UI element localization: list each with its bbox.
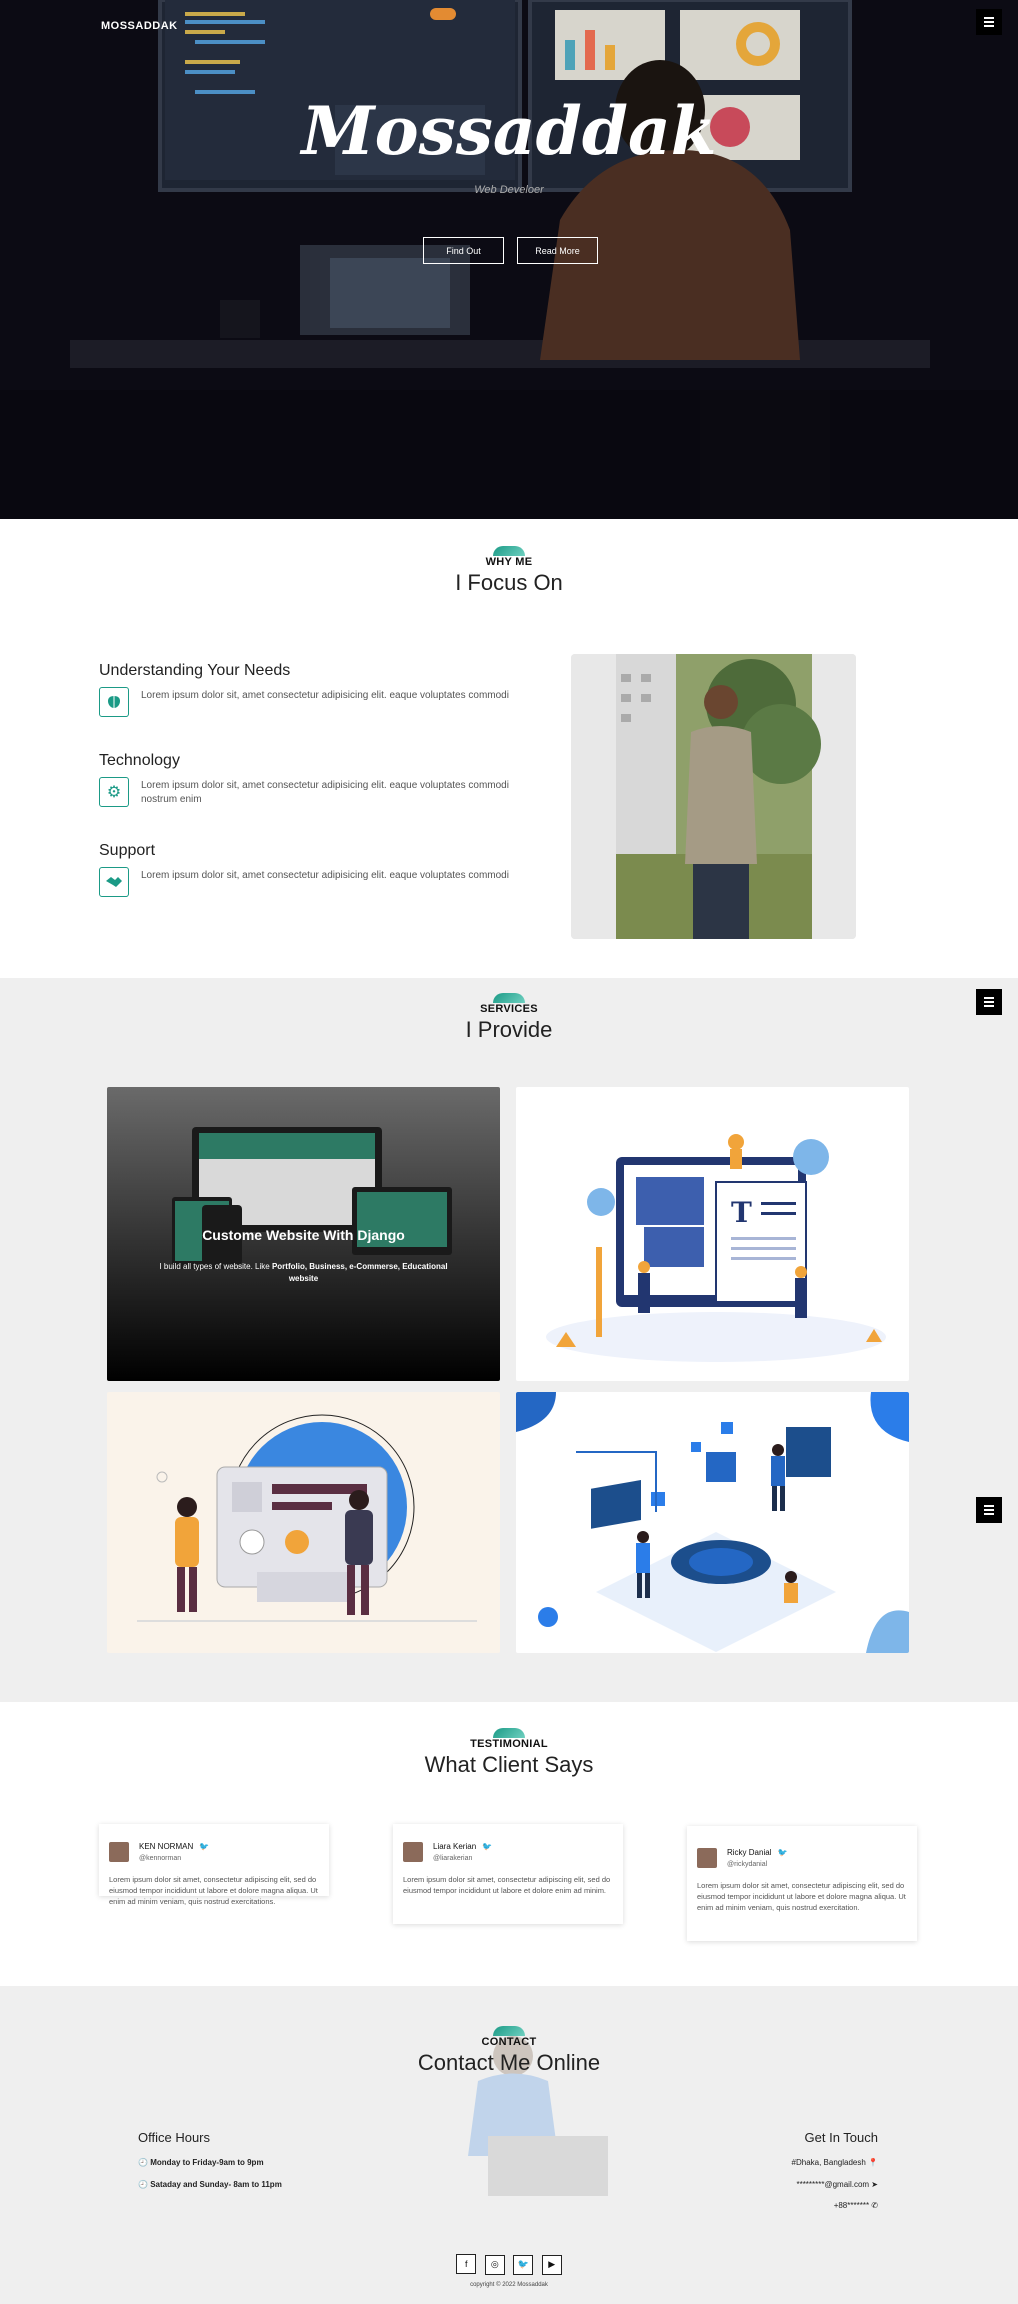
social-links: f ◎ 🐦 ▶: [0, 2254, 1018, 2275]
profile-photo: [571, 654, 856, 939]
phone-icon: ✆: [871, 2201, 878, 2210]
location-pin-icon: 📍: [868, 2158, 878, 2167]
client-handle: @liarakerian: [433, 1855, 473, 1862]
profile-photo-card: [571, 654, 856, 939]
section-mark-icon: [493, 546, 525, 556]
contact-email[interactable]: *********@gmail.com ➤: [700, 2180, 878, 2189]
office-hours-weekday: 🕘 Monday to Friday-9am to 9pm: [138, 2158, 264, 2167]
read-more-button[interactable]: Read More: [517, 237, 598, 264]
service-card-ui[interactable]: [107, 1392, 500, 1653]
clock-icon: 🕘: [138, 2158, 148, 2167]
brain-icon: [99, 687, 129, 717]
twitter-icon[interactable]: 🐦: [482, 1842, 492, 1851]
svg-text:T: T: [731, 1196, 752, 1229]
avatar: [403, 1842, 423, 1862]
section-mark-icon: [493, 2026, 525, 2036]
clock-icon: 🕘: [138, 2180, 148, 2189]
service-card-text: I build all types of website. Like Portf…: [159, 1262, 448, 1283]
focus-item-title: Technology: [99, 752, 180, 769]
hero-title: Mossaddak: [301, 92, 717, 170]
copyright-text: copyright © 2022 Mossaddak: [470, 2282, 548, 2288]
focus-item-title: Understanding Your Needs: [99, 662, 291, 679]
twitter-icon[interactable]: 🐦: [513, 2254, 534, 2275]
ui-design-illustration: [137, 1414, 477, 1622]
data-analytics-illustration: [516, 1392, 909, 1653]
facebook-icon[interactable]: f: [456, 2254, 477, 2274]
section-mark-icon: [493, 993, 525, 1003]
office-hours-weekend: 🕘 Sataday and Sunday- 8am to 11pm: [138, 2180, 282, 2189]
contact-section-header: CONTACT Contact Me Online: [0, 2026, 1018, 2076]
testimonial-card: Liara Kerian 🐦 @liarakerian Lorem ipsum d…: [393, 1824, 623, 1924]
services-kicker: SERVICES: [480, 1003, 538, 1015]
hamburger-menu-icon: [984, 1505, 994, 1507]
focus-item-text: Lorem ipsum dolor sit, amet consectetur …: [141, 870, 509, 881]
focus-item: Understanding Your Needs Lorem ipsum dol…: [99, 662, 509, 717]
testimonial-card: KEN NORMAN 🐦 @kennorman Lorem ipsum dolor…: [99, 1824, 329, 1906]
focus-item-title: Support: [99, 842, 156, 859]
services-heading: I Provide: [465, 1017, 553, 1042]
testimonial-text: Lorem ipsum dolor sit amet, consectetur …: [109, 1875, 318, 1906]
services-section-header: SERVICES I Provide: [0, 993, 1018, 1043]
avatar: [109, 1842, 129, 1862]
client-handle: @rickydanial: [727, 1861, 768, 1868]
testimonial-text: Lorem ipsum dolor sit amet, consectetur …: [403, 1875, 611, 1895]
service-card-data[interactable]: [516, 1392, 909, 1653]
testimonial-heading: What Client Says: [424, 1752, 594, 1777]
twitter-icon[interactable]: 🐦: [777, 1848, 787, 1857]
focus-section-header: WHY ME I Focus On: [0, 546, 1018, 596]
client-name: Ricky Danial: [727, 1848, 772, 1857]
hero-subtitle: Web Develoer: [474, 184, 544, 196]
service-card-title: Custome Website With Django: [202, 1227, 405, 1243]
section-mark-icon: [493, 1728, 525, 1738]
get-in-touch-title: Get In Touch: [804, 2130, 878, 2145]
handshake-icon: [99, 867, 129, 897]
testimonial-text: Lorem ipsum dolor sit amet, consectetur …: [697, 1881, 906, 1912]
office-hours-title: Office Hours: [138, 2130, 211, 2145]
testimonial-card: Ricky Danial 🐦 @rickydanial Lorem ipsum d…: [687, 1826, 917, 1941]
focus-item-text: Lorem ipsum dolor sit, amet consectetur …: [141, 780, 509, 805]
contact-heading: Contact Me Online: [417, 2050, 601, 2075]
testimonial-kicker: TESTIMONIAL: [470, 1738, 548, 1750]
contact-kicker: CONTACT: [481, 2036, 537, 2048]
send-icon: ➤: [871, 2180, 878, 2189]
contact-phone[interactable]: +88******* ✆: [700, 2201, 878, 2210]
youtube-icon[interactable]: ▶: [541, 2254, 562, 2275]
focus-item: Support Lorem ipsum dolor sit, amet cons…: [99, 842, 509, 897]
focus-item: Technology ⚙ Lorem ipsum dolor sit, amet…: [99, 752, 509, 807]
twitter-icon[interactable]: 🐦: [199, 1842, 209, 1851]
service-card-design[interactable]: T: [516, 1087, 909, 1381]
client-name: Liara Kerian: [433, 1842, 477, 1851]
web-design-illustration: T: [546, 1134, 886, 1362]
avatar: [697, 1848, 717, 1868]
client-name: KEN NORMAN: [139, 1842, 194, 1851]
focus-kicker: WHY ME: [485, 556, 533, 568]
testimonial-section-header: TESTIMONIAL What Client Says: [0, 1728, 1018, 1778]
focus-item-text: Lorem ipsum dolor sit, amet consectetur …: [141, 690, 509, 701]
hero-section: MOSSADDAK Mossaddak Web Develoer Find Ou…: [0, 0, 1018, 519]
menu-toggle-button[interactable]: [976, 1497, 1002, 1523]
client-handle: @kennorman: [139, 1855, 182, 1862]
site-logo[interactable]: MOSSADDAK: [101, 20, 178, 32]
hero-background-illustration: [0, 0, 1018, 519]
service-card-django[interactable]: Custome Website With Django I build all …: [107, 1087, 500, 1381]
focus-heading: I Focus On: [455, 570, 563, 595]
menu-toggle-button[interactable]: [976, 9, 1002, 35]
hamburger-menu-icon: [984, 17, 994, 19]
find-out-button[interactable]: Find Out: [423, 237, 504, 264]
contact-address: #Dhaka, Bangladesh 📍: [791, 2158, 878, 2167]
instagram-icon[interactable]: ◎: [484, 2254, 505, 2275]
gears-icon: ⚙: [99, 777, 129, 807]
